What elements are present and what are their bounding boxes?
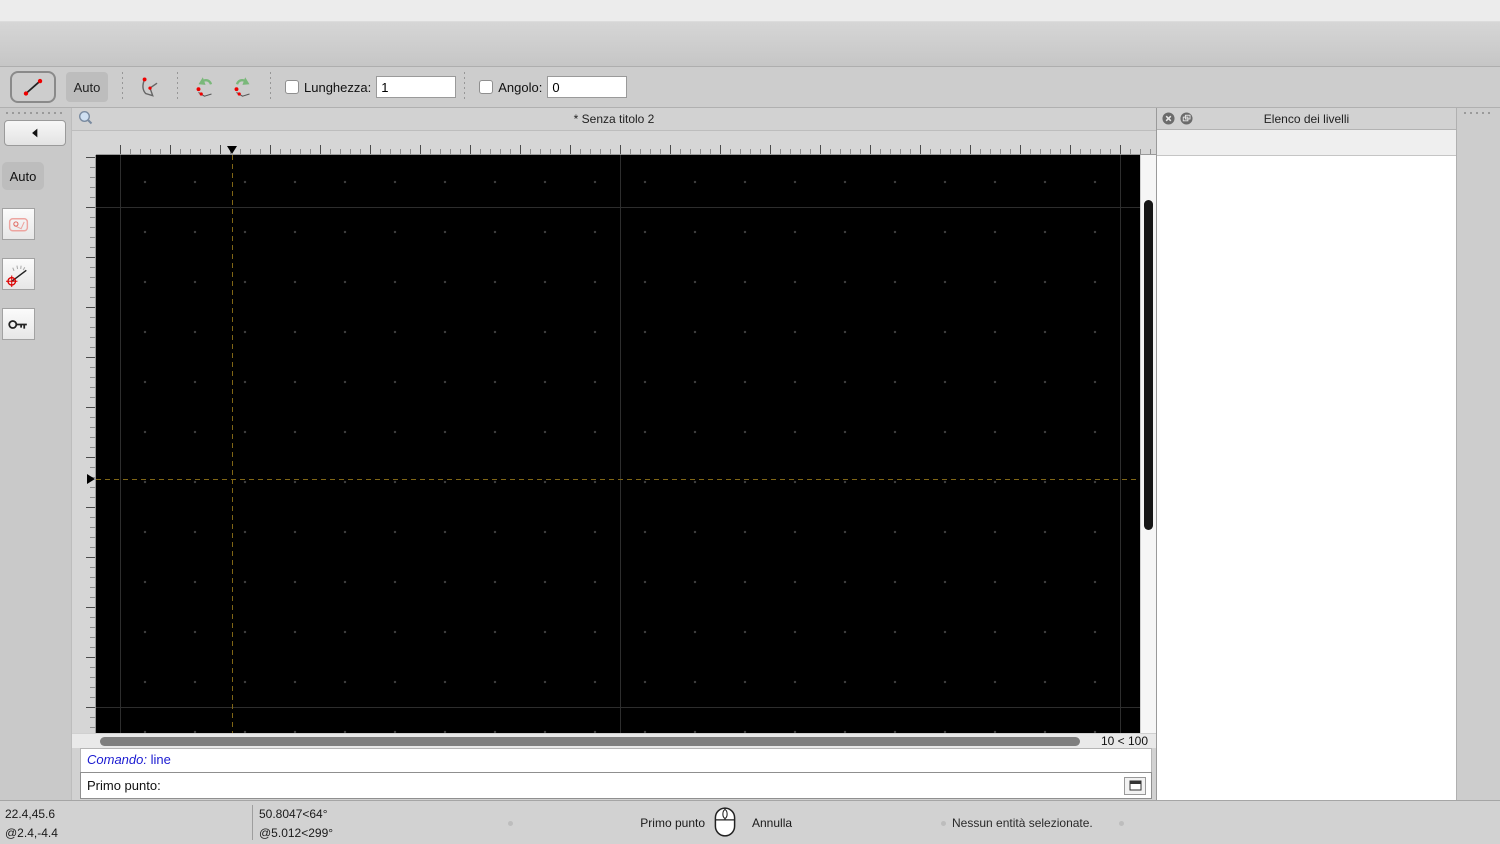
drawing-entities <box>96 155 1140 733</box>
current-tool-indicator <box>10 71 56 103</box>
left-tool-dock: Auto <box>0 108 72 800</box>
command-input[interactable] <box>167 773 1124 798</box>
divider <box>252 805 253 840</box>
zoom-indicator-icon <box>78 110 93 128</box>
separator <box>177 72 178 102</box>
redo-segment-button[interactable] <box>224 71 262 103</box>
document-title: * Senza titolo 2 <box>72 112 1156 126</box>
grid-status-label: 10 < 100 <box>1090 734 1156 748</box>
relative-coordinates: @2.4,-4.4 <box>5 826 58 840</box>
layer-panel-title: Elenco dei livelli <box>1157 112 1456 126</box>
horizontal-scrollbar-thumb[interactable] <box>100 737 1080 746</box>
command-window-toggle-button[interactable] <box>1124 777 1146 795</box>
vertical-scrollbar[interactable] <box>1140 155 1156 733</box>
layer-panel-toolbar <box>1157 130 1456 156</box>
layer-list <box>1157 156 1456 800</box>
angle-label: Angolo: <box>498 80 542 95</box>
key-button[interactable] <box>2 308 35 340</box>
layer-list-panel: Elenco dei livelli <box>1156 108 1456 800</box>
snap-auto-sidebar-button[interactable]: Auto <box>2 162 44 190</box>
status-separator-dot <box>508 821 513 826</box>
drawing-canvas[interactable] <box>96 155 1140 733</box>
snap-auto-button[interactable]: Auto <box>66 72 108 102</box>
selection-status: Nessun entità selezionate. <box>952 816 1093 830</box>
dock-handle[interactable] <box>6 111 65 115</box>
polar-relative-coordinates: @5.012<299° <box>259 826 333 840</box>
right-dock <box>1456 108 1500 800</box>
ruler-corner <box>72 131 96 155</box>
dock-handle[interactable] <box>1464 111 1494 115</box>
undo-segment-button[interactable] <box>186 71 224 103</box>
separator <box>122 72 123 102</box>
horizontal-scrollbar[interactable] <box>98 736 1090 747</box>
length-checkbox[interactable] <box>285 80 299 94</box>
vertical-ruler-marker <box>87 474 95 484</box>
left-mouse-action-label: Primo punto <box>560 816 705 830</box>
close-icon[interactable] <box>1162 112 1175 125</box>
polar-absolute-coordinates: 50.8047<64° <box>259 807 328 821</box>
snap-middle-button[interactable] <box>2 208 35 240</box>
angle-gauge-button[interactable] <box>2 258 35 290</box>
vertical-scrollbar-thumb[interactable] <box>1144 200 1153 530</box>
command-prompt-label: Comando: <box>87 752 147 767</box>
float-panel-icon[interactable] <box>1180 112 1193 125</box>
separator <box>464 72 465 102</box>
length-input[interactable] <box>376 76 456 98</box>
status-separator-dot <box>941 821 946 826</box>
command-prompt-value: line <box>151 752 171 767</box>
status-bar: 22.4,45.6 @2.4,-4.4 50.8047<64° @5.012<2… <box>0 800 1500 844</box>
menu-bar <box>0 0 1500 22</box>
angle-input[interactable] <box>547 76 627 98</box>
length-label: Lunghezza: <box>304 80 371 95</box>
back-button[interactable] <box>4 120 66 146</box>
right-mouse-action-label: Annulla <box>752 816 792 830</box>
command-history: Comando: line <box>80 748 1152 772</box>
tool-options-toolbar: Auto Lunghezza: Angolo: <box>0 67 1500 108</box>
horizontal-ruler-marker <box>227 146 237 154</box>
command-input-label: Primo punto: <box>81 778 167 793</box>
main-toolbar <box>0 22 1500 67</box>
absolute-coordinates: 22.4,45.6 <box>5 807 55 821</box>
status-separator-dot <box>1119 821 1124 826</box>
document-titlebar: * Senza titolo 2 <box>72 108 1156 131</box>
vertical-ruler <box>72 155 96 733</box>
horizontal-ruler <box>96 131 1156 155</box>
polyline-button[interactable] <box>131 71 169 103</box>
separator <box>270 72 271 102</box>
mouse-icon <box>713 806 737 841</box>
angle-checkbox[interactable] <box>479 80 493 94</box>
command-area: Comando: line Primo punto: <box>80 748 1152 800</box>
layer-panel-titlebar: Elenco dei livelli <box>1157 108 1456 130</box>
